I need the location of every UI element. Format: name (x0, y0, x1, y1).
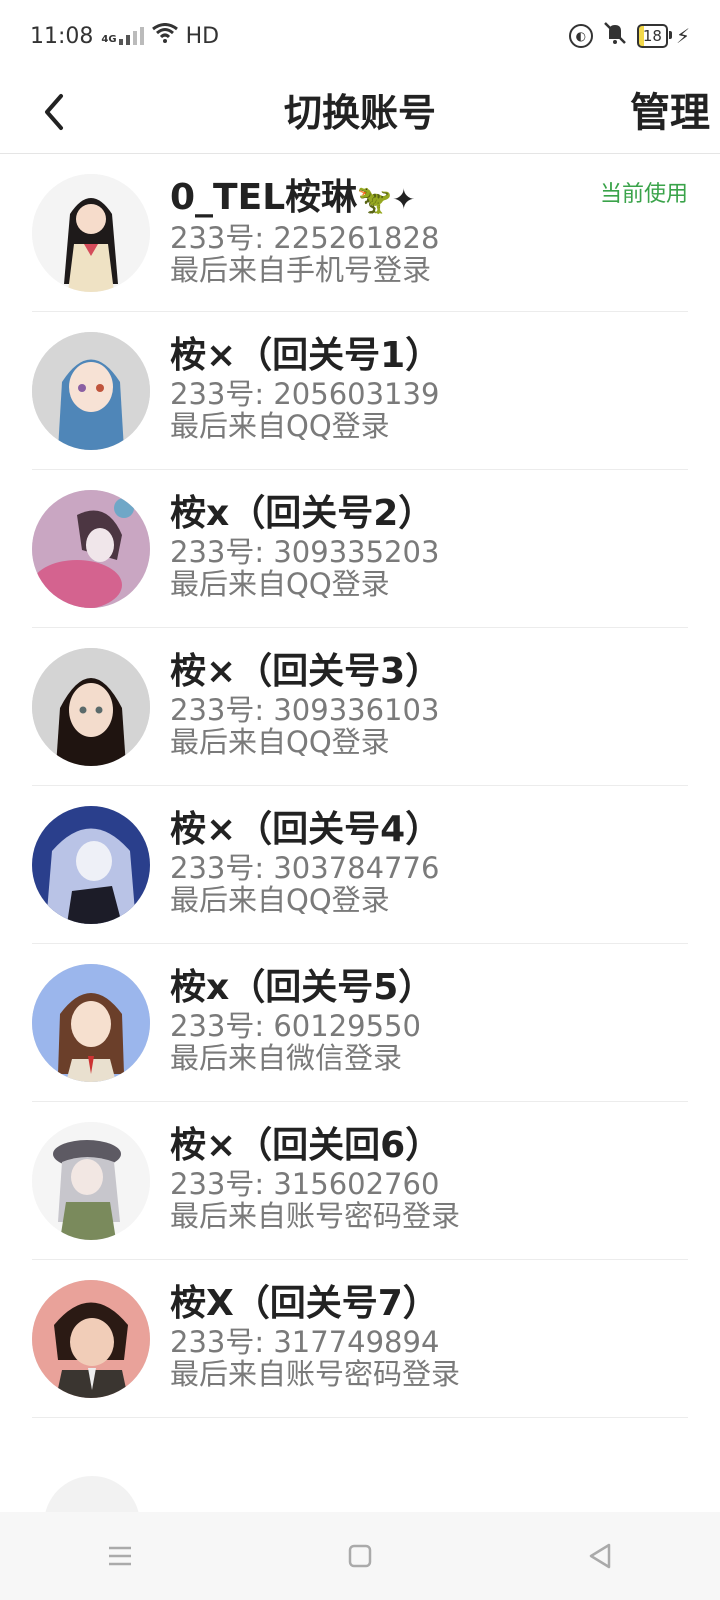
network-type: 4G (101, 34, 117, 45)
signal-icon: 4G (101, 27, 144, 45)
account-name: 桉×（回关回6） (170, 1125, 442, 1166)
account-item[interactable]: 桉x（回关号5） 233号: 60129550 最后来自微信登录 (32, 944, 688, 1102)
page-title: 切换账号 (283, 91, 436, 135)
battery-level: 18 (642, 27, 662, 45)
account-info: 桉×（回关号3） 233号: 309336103 最后来自QQ登录 (170, 650, 688, 758)
account-name: 桉x（回关号5） (170, 967, 435, 1008)
account-id: 233号: 225261828 (170, 221, 440, 255)
menu-icon (109, 1546, 131, 1566)
avatar (32, 964, 150, 1082)
account-login-source: 最后来自微信登录 (170, 1041, 403, 1075)
account-id: 233号: 309335203 (170, 535, 440, 569)
account-item[interactable]: 0_TEL桉琳🦖✦ 233号: 225261828 最后来自手机号登录 当前使用 (32, 154, 688, 312)
account-login-source: 最后来自账号密码登录 (170, 1199, 461, 1233)
eye-comfort-icon: ◐ (568, 24, 593, 48)
account-login-source: 最后来自手机号登录 (170, 253, 432, 287)
wifi-label: HD (185, 23, 220, 49)
account-item[interactable]: 桉×（回关号1） 233号: 205603139 最后来自QQ登录 (32, 312, 688, 470)
account-name: 桉X（回关号7） (170, 1283, 439, 1324)
account-id: 233号: 315602760 (170, 1167, 440, 1201)
account-info: 桉×（回关回6） 233号: 315602760 最后来自账号密码登录 (170, 1124, 688, 1232)
wifi-icon (151, 23, 178, 49)
account-info: 桉X（回关号7） 233号: 317749894 最后来自账号密码登录 (170, 1282, 688, 1390)
account-name: 桉×（回关号4） (170, 809, 442, 850)
account-login-source: 最后来自QQ登录 (170, 725, 390, 759)
account-item[interactable]: 桉x（回关号2） 233号: 309335203 最后来自QQ登录 (32, 470, 688, 628)
account-name: 桉×（回关号1） (170, 335, 442, 376)
nav-back-button[interactable] (570, 1526, 630, 1586)
chevron-left-icon (45, 94, 63, 130)
mute-bell-icon (601, 21, 629, 51)
current-account-badge: 当前使用 (599, 182, 688, 207)
back-button[interactable] (30, 82, 78, 142)
account-name-text: 0_TEL桉琳 (170, 177, 358, 218)
account-item[interactable]: 桉×（回关号3） 233号: 309336103 最后来自QQ登录 (32, 628, 688, 786)
account-login-source: 最后来自QQ登录 (170, 409, 390, 443)
account-info: 桉×（回关号4） 233号: 303784776 最后来自QQ登录 (170, 808, 688, 916)
account-id: 233号: 303784776 (170, 851, 440, 885)
status-bar: 11:08 4G HD ◐ 18 ⚡ (0, 0, 720, 72)
account-id: 233号: 60129550 (170, 1009, 421, 1043)
account-id: 233号: 309336103 (170, 693, 440, 727)
account-name: 桉×（回关号3） (170, 651, 442, 692)
account-info: 桉x（回关号5） 233号: 60129550 最后来自微信登录 (170, 966, 688, 1074)
header-bar: 切换账号 管理 (0, 72, 720, 154)
avatar (32, 174, 150, 292)
account-login-source: 最后来自账号密码登录 (170, 1357, 461, 1391)
account-id: 233号: 317749894 (170, 1325, 440, 1359)
account-login-source: 最后来自QQ登录 (170, 883, 390, 917)
avatar (32, 806, 150, 924)
battery-icon: 18 (636, 24, 673, 48)
status-time: 11:08 (30, 23, 94, 49)
account-item[interactable]: 桉X（回关号7） 233号: 317749894 最后来自账号密码登录 (32, 1260, 688, 1418)
system-nav-bar (0, 1512, 720, 1600)
triangle-back-icon (589, 1543, 611, 1569)
nav-menu-button[interactable] (90, 1526, 150, 1586)
account-info: 桉x（回关号2） 233号: 309335203 最后来自QQ登录 (170, 492, 688, 600)
charging-icon: ⚡ (675, 24, 690, 48)
nav-home-button[interactable] (330, 1526, 390, 1586)
manage-button[interactable]: 管理 (630, 72, 710, 154)
avatar (32, 490, 150, 608)
dinosaur-icon: 🦖✦ (357, 183, 416, 216)
status-left: 11:08 4G HD (30, 23, 219, 49)
app-root: 11:08 4G HD ◐ 18 ⚡ 切换账号 管理 0_TEL桉琳🦖✦ 233… (0, 0, 720, 1600)
account-item[interactable]: 桉×（回关回6） 233号: 315602760 最后来自账号密码登录 (32, 1102, 688, 1260)
account-name: 桉x（回关号2） (170, 493, 435, 534)
account-list: 0_TEL桉琳🦖✦ 233号: 225261828 最后来自手机号登录 当前使用… (0, 154, 720, 1418)
account-info: 桉×（回关号1） 233号: 205603139 最后来自QQ登录 (170, 334, 688, 442)
account-item[interactable]: 桉×（回关号4） 233号: 303784776 最后来自QQ登录 (32, 786, 688, 944)
status-right: ◐ 18 ⚡ (568, 21, 690, 51)
avatar (32, 1122, 150, 1240)
avatar (32, 1280, 150, 1398)
square-icon (348, 1544, 372, 1568)
account-id: 233号: 205603139 (170, 377, 440, 411)
account-login-source: 最后来自QQ登录 (170, 567, 390, 601)
avatar (32, 332, 150, 450)
avatar (32, 648, 150, 766)
